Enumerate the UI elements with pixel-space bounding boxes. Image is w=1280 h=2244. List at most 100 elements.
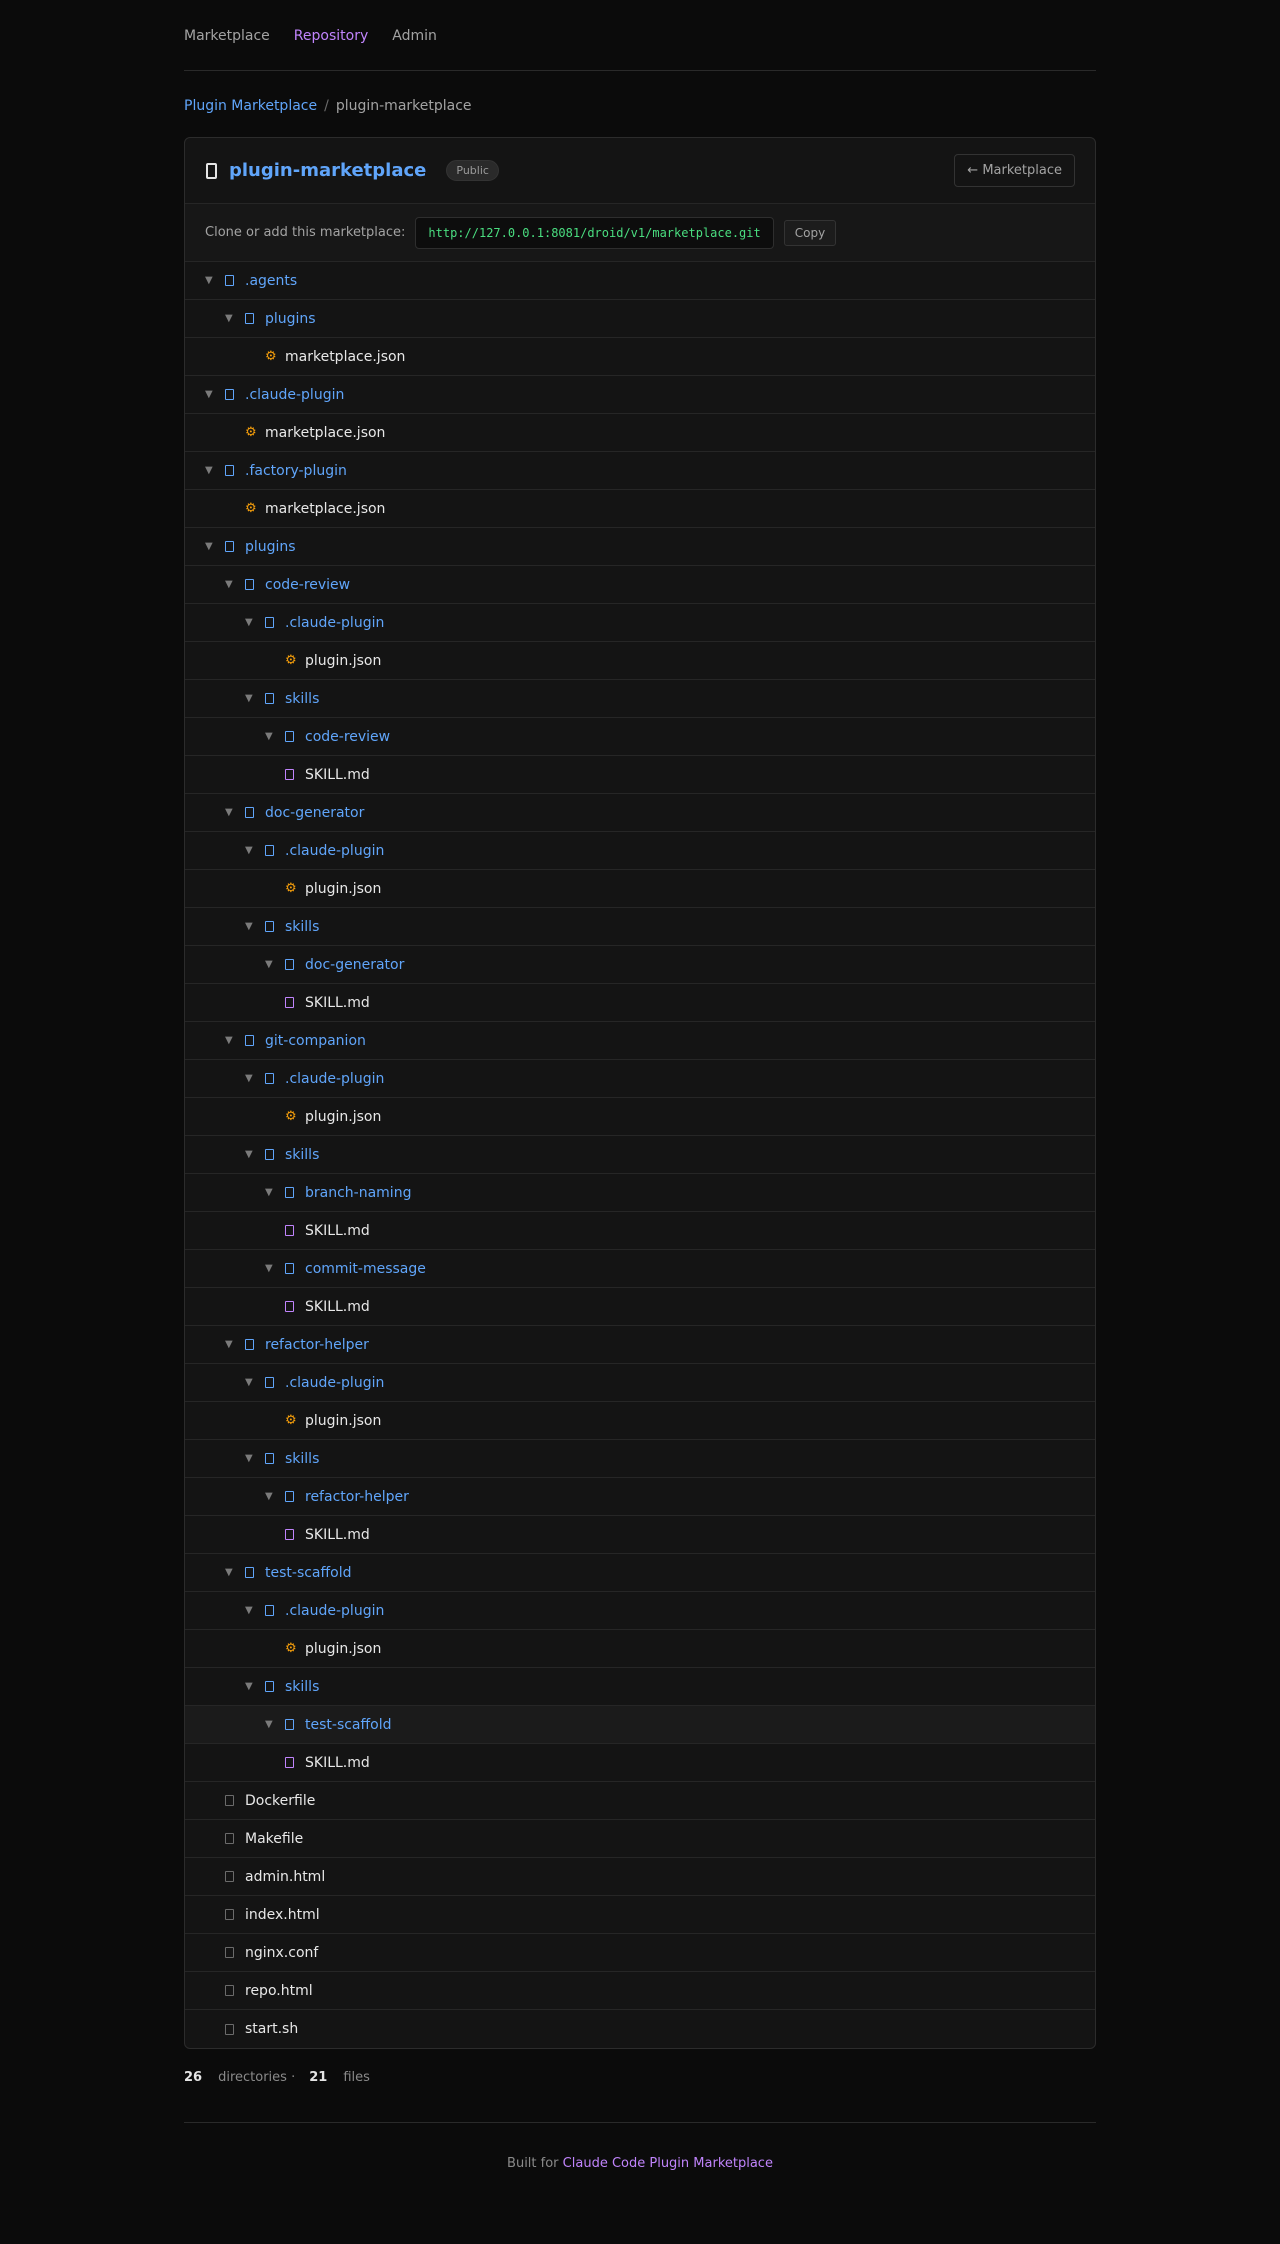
tree-item-name[interactable]: SKILL.md <box>305 1223 370 1239</box>
tree-item-name[interactable]: index.html <box>245 1907 320 1923</box>
tree-item-name[interactable]: refactor-helper <box>305 1489 409 1505</box>
tree-item-name[interactable]: commit-message <box>305 1261 426 1277</box>
tree-item-name[interactable]: nginx.conf <box>245 1945 318 1961</box>
tree-row-file[interactable]: ▼SKILL.md <box>185 756 1095 794</box>
tree-row-directory[interactable]: ▼ test-scaffold <box>185 1706 1095 1744</box>
tree-item-name[interactable]: SKILL.md <box>305 1527 370 1543</box>
caret-down-icon[interactable]: ▼ <box>205 275 225 286</box>
tree-item-name[interactable]: plugin.json <box>305 653 381 669</box>
tree-row-directory[interactable]: ▼ .claude-plugin <box>185 832 1095 870</box>
tree-item-name[interactable]: doc-generator <box>265 805 364 821</box>
tree-row-directory[interactable]: ▼ refactor-helper <box>185 1478 1095 1516</box>
tree-item-name[interactable]: SKILL.md <box>305 1755 370 1771</box>
tree-row-directory[interactable]: ▼ skills <box>185 1668 1095 1706</box>
caret-down-icon[interactable]: ▼ <box>245 1453 265 1464</box>
tree-item-name[interactable]: SKILL.md <box>305 995 370 1011</box>
tree-item-name[interactable]: code-review <box>265 577 350 593</box>
tree-row-file[interactable]: ▼⚙plugin.json <box>185 1402 1095 1440</box>
tree-item-name[interactable]: repo.html <box>245 1983 313 1999</box>
tree-item-name[interactable]: skills <box>285 1147 319 1163</box>
tree-row-file[interactable]: ▼Makefile <box>185 1820 1095 1858</box>
tree-row-file[interactable]: ▼Dockerfile <box>185 1782 1095 1820</box>
tree-item-name[interactable]: SKILL.md <box>305 1299 370 1315</box>
back-to-marketplace-button[interactable]: ← Marketplace <box>954 154 1075 187</box>
caret-down-icon[interactable]: ▼ <box>205 389 225 400</box>
tree-item-name[interactable]: Dockerfile <box>245 1793 315 1809</box>
tree-row-file[interactable]: ▼repo.html <box>185 1972 1095 2010</box>
tree-row-file[interactable]: ▼SKILL.md <box>185 984 1095 1022</box>
tree-row-file[interactable]: ▼SKILL.md <box>185 1744 1095 1782</box>
caret-down-icon[interactable]: ▼ <box>245 845 265 856</box>
tree-item-name[interactable]: marketplace.json <box>285 349 405 365</box>
tree-item-name[interactable]: plugins <box>245 539 296 555</box>
tree-item-name[interactable]: plugin.json <box>305 1413 381 1429</box>
tree-row-file[interactable]: ▼start.sh <box>185 2010 1095 2048</box>
caret-down-icon[interactable]: ▼ <box>205 541 225 552</box>
tree-item-name[interactable]: .claude-plugin <box>285 843 384 859</box>
tree-row-directory[interactable]: ▼ skills <box>185 680 1095 718</box>
tree-item-name[interactable]: .factory-plugin <box>245 463 347 479</box>
tree-row-file[interactable]: ▼⚙marketplace.json <box>185 490 1095 528</box>
caret-down-icon[interactable]: ▼ <box>265 1491 285 1502</box>
tree-item-name[interactable]: .claude-plugin <box>285 1071 384 1087</box>
tree-item-name[interactable]: marketplace.json <box>265 501 385 517</box>
tree-item-name[interactable]: skills <box>285 691 319 707</box>
caret-down-icon[interactable]: ▼ <box>245 617 265 628</box>
tree-item-name[interactable]: SKILL.md <box>305 767 370 783</box>
caret-down-icon[interactable]: ▼ <box>245 1073 265 1084</box>
tree-row-directory[interactable]: ▼ doc-generator <box>185 794 1095 832</box>
caret-down-icon[interactable]: ▼ <box>225 313 245 324</box>
tree-item-name[interactable]: start.sh <box>245 2021 298 2037</box>
tree-row-file[interactable]: ▼SKILL.md <box>185 1516 1095 1554</box>
tree-item-name[interactable]: test-scaffold <box>305 1717 392 1733</box>
tree-row-directory[interactable]: ▼ skills <box>185 1440 1095 1478</box>
tree-item-name[interactable]: plugin.json <box>305 881 381 897</box>
tree-row-file[interactable]: ▼admin.html <box>185 1858 1095 1896</box>
clone-url-field[interactable]: http://127.0.0.1:8081/droid/v1/marketpla… <box>415 216 774 249</box>
tree-item-name[interactable]: code-review <box>305 729 390 745</box>
tree-item-name[interactable]: .claude-plugin <box>245 387 344 403</box>
caret-down-icon[interactable]: ▼ <box>245 1681 265 1692</box>
tree-item-name[interactable]: doc-generator <box>305 957 404 973</box>
caret-down-icon[interactable]: ▼ <box>225 579 245 590</box>
caret-down-icon[interactable]: ▼ <box>265 1719 285 1730</box>
copy-button[interactable]: Copy <box>783 219 837 246</box>
tree-item-name[interactable]: .claude-plugin <box>285 1603 384 1619</box>
nav-admin[interactable]: Admin <box>392 28 437 44</box>
caret-down-icon[interactable]: ▼ <box>225 1035 245 1046</box>
caret-down-icon[interactable]: ▼ <box>205 465 225 476</box>
tree-item-name[interactable]: plugin.json <box>305 1641 381 1657</box>
caret-down-icon[interactable]: ▼ <box>265 1263 285 1274</box>
tree-item-name[interactable]: .agents <box>245 273 297 289</box>
tree-row-file[interactable]: ▼SKILL.md <box>185 1288 1095 1326</box>
nav-repository[interactable]: Repository <box>294 28 368 44</box>
tree-item-name[interactable]: admin.html <box>245 1869 325 1885</box>
tree-row-directory[interactable]: ▼ code-review <box>185 566 1095 604</box>
caret-down-icon[interactable]: ▼ <box>265 959 285 970</box>
tree-item-name[interactable]: Makefile <box>245 1831 303 1847</box>
caret-down-icon[interactable]: ▼ <box>245 921 265 932</box>
footer-link[interactable]: Claude Code Plugin Marketplace <box>563 2156 773 2171</box>
tree-item-name[interactable]: .claude-plugin <box>285 615 384 631</box>
tree-row-file[interactable]: ▼⚙plugin.json <box>185 1098 1095 1136</box>
tree-row-file[interactable]: ▼⚙marketplace.json <box>185 338 1095 376</box>
caret-down-icon[interactable]: ▼ <box>245 1605 265 1616</box>
tree-row-directory[interactable]: ▼ plugins <box>185 300 1095 338</box>
tree-row-directory[interactable]: ▼ refactor-helper <box>185 1326 1095 1364</box>
nav-marketplace[interactable]: Marketplace <box>184 28 270 44</box>
tree-row-directory[interactable]: ▼ branch-naming <box>185 1174 1095 1212</box>
caret-down-icon[interactable]: ▼ <box>265 731 285 742</box>
tree-item-name[interactable]: branch-naming <box>305 1185 411 1201</box>
tree-row-directory[interactable]: ▼ .claude-plugin <box>185 1060 1095 1098</box>
tree-item-name[interactable]: git-companion <box>265 1033 366 1049</box>
tree-row-file[interactable]: ▼index.html <box>185 1896 1095 1934</box>
tree-row-directory[interactable]: ▼ .agents <box>185 262 1095 300</box>
tree-row-file[interactable]: ▼⚙plugin.json <box>185 870 1095 908</box>
tree-row-directory[interactable]: ▼ .claude-plugin <box>185 1364 1095 1402</box>
tree-row-directory[interactable]: ▼ skills <box>185 1136 1095 1174</box>
tree-row-directory[interactable]: ▼ skills <box>185 908 1095 946</box>
tree-row-file[interactable]: ▼nginx.conf <box>185 1934 1095 1972</box>
tree-row-file[interactable]: ▼SKILL.md <box>185 1212 1095 1250</box>
caret-down-icon[interactable]: ▼ <box>245 1149 265 1160</box>
tree-item-name[interactable]: marketplace.json <box>265 425 385 441</box>
